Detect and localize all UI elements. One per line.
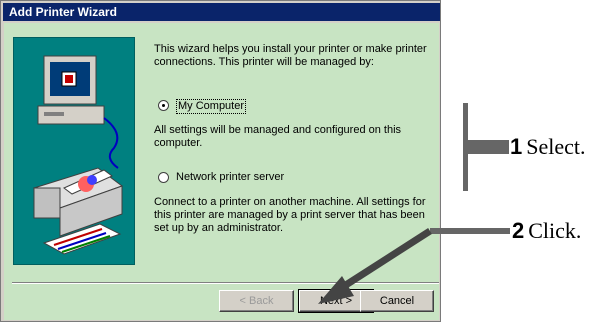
wizard-body: This wizard helps you install your print… [4,23,439,320]
printer-illustration-icon [14,38,134,264]
callout-click-text: Click. [528,218,582,243]
radio-selected-dot [162,104,165,107]
select-bracket-tick [463,140,509,154]
button-separator [12,282,439,284]
callout-select-text: Select. [526,134,586,159]
my-computer-radio[interactable] [158,100,169,111]
option-network-printer-server[interactable]: Network printer server [154,171,429,187]
callout-click-number: 2 [512,218,525,243]
back-button[interactable]: < Back [219,290,294,312]
network-printer-server-description: Connect to a printer on another machine.… [154,196,426,234]
printer-illustration [13,37,135,265]
my-computer-label[interactable]: My Computer [176,99,247,114]
add-printer-wizard-window: Add Printer Wizard This wizard helps you… [0,0,441,322]
network-printer-server-label[interactable]: Network printer server [176,171,284,184]
option-my-computer[interactable]: My Computer [154,99,429,115]
network-printer-server-radio[interactable] [158,172,169,183]
intro-text: This wizard helps you install your print… [154,43,427,68]
callout-click: 2 Click. [512,218,581,244]
window-title: Add Printer Wizard [3,3,440,21]
callout-select: 1 Select. [510,134,586,160]
cancel-button[interactable]: Cancel [360,290,434,312]
callout-select-number: 1 [510,134,523,159]
my-computer-description: All settings will be managed and configu… [154,124,402,149]
